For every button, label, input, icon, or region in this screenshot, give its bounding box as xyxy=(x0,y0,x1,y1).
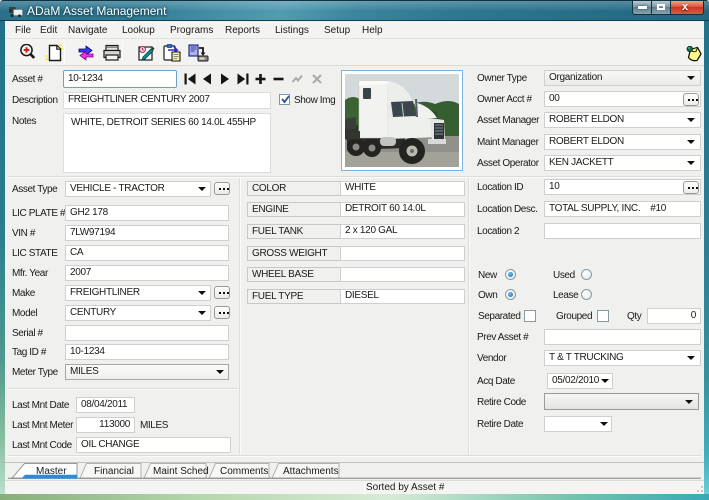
svg-text:Master: Master xyxy=(36,466,67,477)
svg-text:Maint Sched: Maint Sched xyxy=(153,466,209,477)
svg-text:Financial: Financial xyxy=(94,466,134,477)
svg-text:Attachments: Attachments xyxy=(283,466,339,477)
svg-text:Comments: Comments xyxy=(220,466,268,477)
